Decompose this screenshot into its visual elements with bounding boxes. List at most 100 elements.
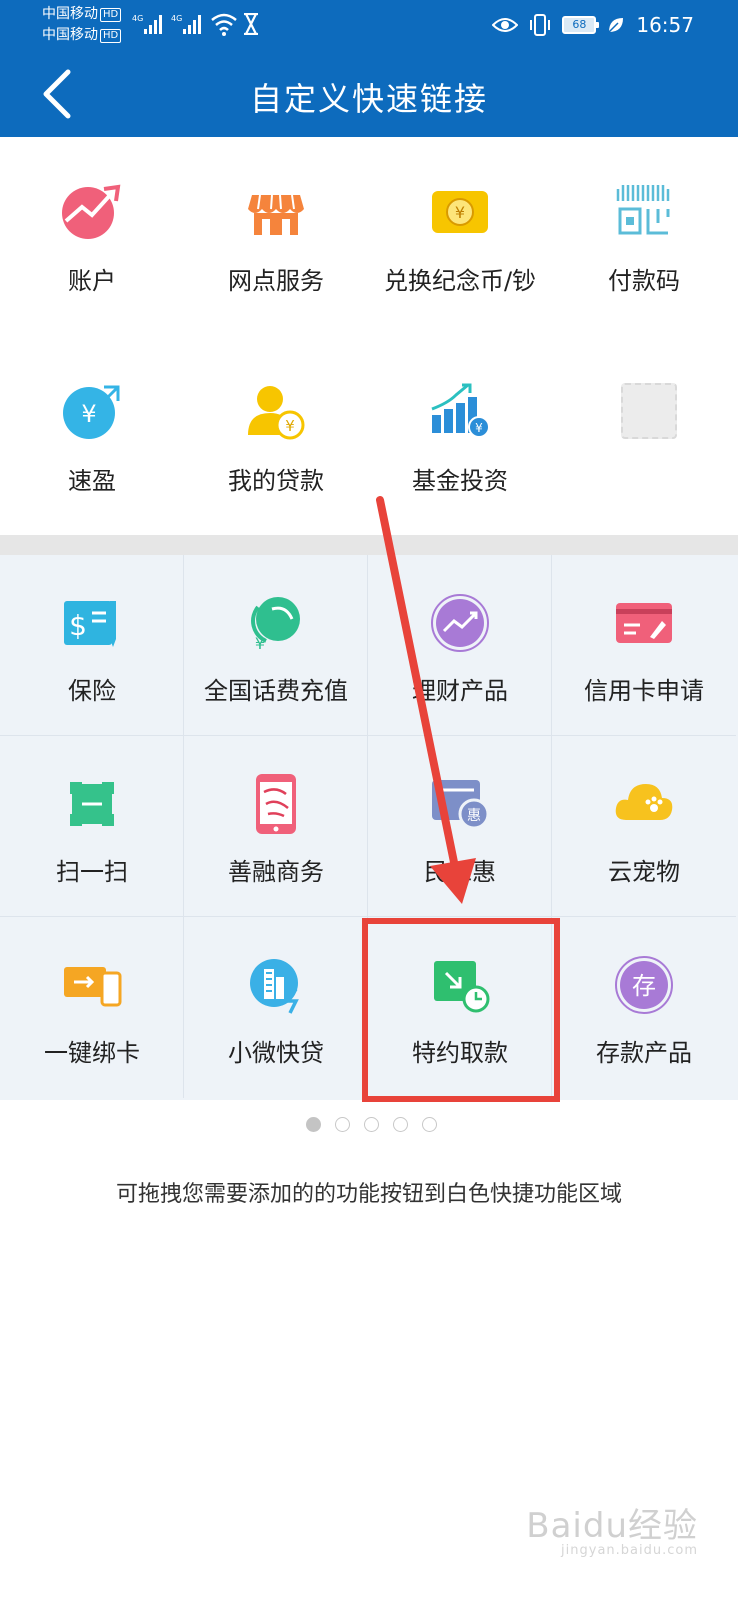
status-time: 16:57: [636, 13, 694, 37]
cloud-pet-icon: [615, 784, 673, 820]
workers-benefit-icon: 惠: [432, 780, 490, 830]
credit-card-icon: [616, 603, 672, 643]
wealth-product-icon: [431, 594, 489, 652]
function-micro-quick-loan[interactable]: 小微快贷: [184, 917, 368, 1098]
insurance-doc-icon: $: [64, 601, 116, 647]
battery-icon: 68: [562, 16, 600, 34]
bind-card-icon: [64, 967, 122, 1007]
quick-links-area: 账户 网点服务 ¥ 兑换纪念币/钞 付款码 ¥ 速盈 ¥ 我的贷款 ¥ 基金投资: [0, 137, 738, 535]
carrier-1: 中国移动: [42, 6, 98, 22]
svg-text:¥: ¥: [81, 400, 96, 428]
quick-link-empty-slot[interactable]: [552, 337, 736, 537]
network-type-1: 4G: [132, 14, 143, 23]
quick-link-label: 网点服务: [228, 267, 324, 295]
function-credit-card-apply[interactable]: 信用卡申请: [552, 555, 736, 736]
quick-link-label: 速盈: [68, 467, 116, 495]
function-label: 云宠物: [608, 858, 680, 886]
function-insurance[interactable]: $ 保险: [0, 555, 184, 736]
quick-link-commemorative-coin[interactable]: ¥ 兑换纪念币/钞: [368, 137, 552, 337]
svg-text:$: $: [69, 609, 87, 642]
quick-link-label: 兑换纪念币/钞: [383, 267, 537, 295]
function-label: 一键绑卡: [44, 1039, 140, 1067]
function-label: 全国话费充值: [204, 677, 348, 705]
svg-text:存: 存: [632, 972, 656, 1000]
function-label: 扫一扫: [56, 858, 128, 886]
quick-link-label: 付款码: [608, 267, 680, 295]
wifi-icon: [211, 13, 237, 36]
function-label: 存款产品: [596, 1039, 692, 1067]
function-cloud-pet[interactable]: 云宠物: [552, 736, 736, 917]
watermark: Baidu经验 jingyan.baidu.com: [526, 1498, 698, 1558]
quick-link-fund-investment[interactable]: ¥ 基金投资: [368, 337, 552, 537]
empty-slot-placeholder: [621, 383, 677, 439]
function-shanrong-business[interactable]: 善融商务: [184, 736, 368, 917]
watermark-text: Baidu经验: [526, 1506, 698, 1546]
function-phone-recharge[interactable]: ¥ 全国话费充值: [184, 555, 368, 736]
function-grid: $ 保险 ¥ 全国话费充值 理财产品 信用卡申请 扫一扫 善融商务 惠 民工惠 …: [0, 555, 738, 1100]
page-dot-2[interactable]: [334, 1117, 350, 1132]
function-special-withdrawal[interactable]: 特约取款: [368, 917, 552, 1098]
page-dot-3[interactable]: [363, 1117, 379, 1132]
function-deposit-products[interactable]: 存 存款产品: [552, 917, 736, 1098]
page-title: 自定义快速链接: [249, 80, 488, 118]
page-indicator: [0, 1117, 738, 1137]
payment-code-icon: [616, 185, 670, 235]
fund-chart-icon: ¥: [431, 383, 490, 438]
quick-link-suying[interactable]: ¥ 速盈: [0, 337, 184, 537]
function-label: 理财产品: [412, 677, 508, 705]
special-withdrawal-icon: [434, 961, 490, 1013]
svg-text:惠: 惠: [467, 808, 481, 824]
hd-badge-2: HD: [100, 29, 122, 43]
carrier-2: 中国移动: [42, 27, 98, 43]
function-migrant-workers-benefit[interactable]: 惠 民工惠: [368, 736, 552, 917]
function-scan[interactable]: 扫一扫: [0, 736, 184, 917]
quick-link-payment-code[interactable]: 付款码: [552, 137, 736, 337]
svg-text:¥: ¥: [255, 634, 265, 653]
function-one-click-bind-card[interactable]: 一键绑卡: [0, 917, 184, 1098]
function-wealth-products[interactable]: 理财产品: [368, 555, 552, 736]
function-label: 信用卡申请: [584, 677, 704, 705]
signal-icon-1: 4G: [132, 14, 162, 34]
account-trend-icon: [62, 184, 121, 239]
phone-recharge-icon: ¥: [251, 597, 300, 653]
page-dot-1[interactable]: [305, 1117, 321, 1132]
scan-icon: [70, 782, 114, 826]
page-dot-5[interactable]: [421, 1117, 437, 1132]
vibrate-icon: [530, 14, 551, 36]
quick-link-label: 基金投资: [412, 467, 508, 495]
quick-link-label: 我的贷款: [228, 467, 324, 495]
top-bar: 中国移动 HD 中国移动 HD 4G 4G 68 16:57 自定义快速链接: [0, 0, 738, 137]
hd-badge-1: HD: [100, 8, 122, 22]
function-label: 小微快贷: [228, 1039, 324, 1067]
carrier-info: 中国移动 HD 中国移动 HD: [42, 4, 122, 46]
function-label: 特约取款: [412, 1039, 508, 1067]
svg-text:¥: ¥: [475, 421, 483, 435]
micro-loan-icon: [250, 959, 299, 1014]
function-label: 民工惠: [424, 858, 496, 886]
hourglass-icon: [244, 13, 258, 35]
svg-text:¥: ¥: [285, 417, 295, 435]
status-right: 68 16:57: [492, 12, 694, 38]
section-divider: [0, 535, 738, 555]
network-type-2: 4G: [171, 14, 182, 23]
store-icon: [248, 194, 304, 235]
quick-link-account[interactable]: 账户: [0, 137, 184, 337]
function-label: 善融商务: [228, 858, 324, 886]
yuan-growth-icon: ¥: [63, 385, 120, 439]
function-label: 保险: [68, 677, 116, 705]
svg-text:¥: ¥: [455, 203, 465, 222]
leaf-icon: [608, 18, 624, 33]
drag-hint-text: 可拖拽您需要添加的的功能按钮到白色快捷功能区域: [115, 1182, 622, 1207]
quick-link-label: 账户: [68, 267, 116, 295]
header: 自定义快速链接: [0, 52, 738, 137]
user-loan-icon: ¥: [248, 386, 305, 440]
deposit-product-icon: 存: [615, 956, 673, 1014]
quick-link-my-loan[interactable]: ¥ 我的贷款: [184, 337, 368, 537]
coin-card-icon: ¥: [432, 191, 488, 233]
quick-link-outlet-service[interactable]: 网点服务: [184, 137, 368, 337]
status-bar: 中国移动 HD 中国移动 HD 4G 4G 68 16:57: [0, 0, 738, 52]
shanrong-phone-icon: [256, 774, 296, 834]
eye-icon: [492, 18, 519, 32]
page-dot-4[interactable]: [392, 1117, 408, 1132]
signal-icon-2: 4G: [171, 14, 201, 34]
